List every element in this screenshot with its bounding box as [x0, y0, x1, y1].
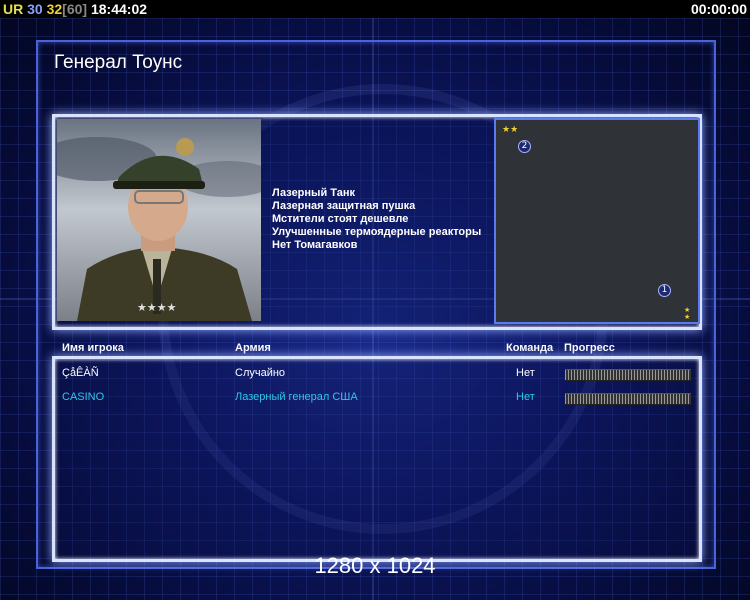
clock: 18:44:02 [90, 1, 148, 17]
map-preview: ★★ ★ ★ 2 1 [494, 118, 700, 324]
general-portrait: ★★★★ [57, 119, 261, 321]
star-icon: ★ [684, 313, 690, 321]
stat-value-3: [60] [62, 1, 88, 17]
start-position-2[interactable]: 2 [518, 140, 531, 153]
player-row: ÇåÊÀÑ Случайно Нет [0, 367, 750, 383]
stat-value-2: 32 [46, 1, 63, 17]
start-position-1[interactable]: 1 [658, 284, 671, 297]
player-name: CASINO [62, 391, 105, 403]
player-team: Нет [516, 367, 535, 379]
header-team: Команда [506, 342, 554, 354]
player-team: Нет [516, 391, 535, 403]
perk-item: Лазерная защитная пушка [272, 200, 416, 212]
player-row: CASINO Лазерный генерал США Нет [0, 391, 750, 407]
perk-item: Лазерный Танк [272, 187, 355, 199]
star-icon: ★★ [502, 125, 518, 135]
header-player-name: Имя игрока [62, 342, 124, 354]
general-title: Генерал Тоунс [54, 52, 183, 73]
header-progress: Прогресс [564, 342, 615, 354]
header-army: Армия [235, 342, 271, 354]
player-progress-bar [565, 369, 691, 381]
ur-label: UR [3, 1, 24, 17]
players-list-panel [52, 356, 702, 562]
general-portrait-image: ★★★★ [57, 119, 261, 321]
svg-text:★★★★: ★★★★ [137, 301, 177, 314]
stat-value-1: 30 [27, 1, 43, 17]
perk-item: Нет Томагавков [272, 239, 358, 251]
player-progress-bar [565, 393, 691, 405]
top-status-bar: UR 30 32[60] 18:44:02 00:00:00 [0, 0, 750, 18]
perk-item: Улучшенные термоядерные реакторы [272, 226, 482, 238]
perk-item: Мстители стоят дешевле [272, 213, 409, 225]
fps-readout: UR 30 32[60] 18:44:02 [3, 0, 147, 18]
resolution-label: 1280 x 1024 [314, 553, 436, 578]
player-army: Случайно [235, 367, 286, 379]
player-army: Лазерный генерал США [235, 391, 358, 403]
general-perks-list: Лазерный Танк Лазерная защитная пушка Мс… [272, 187, 481, 252]
player-name: ÇåÊÀÑ [62, 367, 99, 379]
game-timer: 00:00:00 [690, 1, 747, 17]
